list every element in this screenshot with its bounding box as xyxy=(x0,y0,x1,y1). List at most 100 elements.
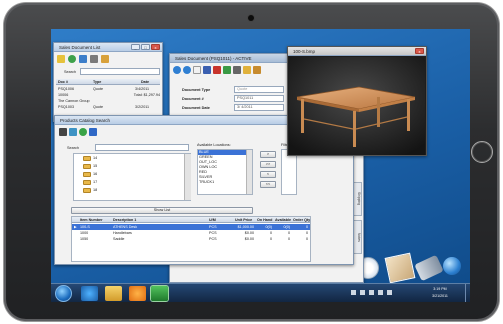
sales-document-list-window: Sales Document List _ □ x Search Doc # T… xyxy=(53,42,163,122)
save-icon[interactable] xyxy=(203,66,211,74)
clock-time[interactable]: 3:19 PM xyxy=(423,287,457,291)
date-cell: 3/2/2011 xyxy=(135,105,150,109)
power-icon[interactable] xyxy=(378,290,383,295)
document-date-label: Document Date xyxy=(182,106,210,110)
photo-gadget xyxy=(384,252,416,284)
document-type-select[interactable]: Quote xyxy=(234,86,284,93)
catalog-title: Products Catalog Search xyxy=(60,118,111,123)
lookup-icon[interactable] xyxy=(69,128,77,136)
show-desktop-button[interactable] xyxy=(465,284,470,302)
document-type-label: Document Type xyxy=(182,88,211,92)
close-button[interactable]: x xyxy=(151,44,160,50)
delete-icon[interactable] xyxy=(213,66,221,74)
document-number-field[interactable]: PSQ1011 xyxy=(234,95,284,102)
binoculars-icon[interactable] xyxy=(59,128,67,136)
col-um[interactable]: U/M xyxy=(208,217,222,222)
clock-date[interactable]: 3/21/2011 xyxy=(423,294,457,298)
available-cell: 0 xyxy=(287,237,290,241)
wizard-icon[interactable] xyxy=(253,66,261,74)
tree-item[interactable]: 15 xyxy=(93,164,97,168)
folder-icon xyxy=(83,156,91,161)
document-date-field[interactable]: 3/ 4/2011 xyxy=(234,104,284,111)
move-all-left-button[interactable]: << xyxy=(260,181,276,188)
sales-list-title: Sales Document List xyxy=(59,45,101,50)
location-item[interactable]: RED xyxy=(199,170,207,174)
taskbar-ie-icon[interactable] xyxy=(81,286,98,301)
tree-item[interactable]: 17 xyxy=(93,180,97,184)
document-number-label: Document # xyxy=(182,97,204,101)
catalog-search-input[interactable] xyxy=(95,144,189,151)
home-button[interactable] xyxy=(471,141,493,163)
globe-gadget xyxy=(443,257,461,275)
tree-item[interactable]: 14 xyxy=(93,156,97,160)
location-item[interactable]: TRUCK1 xyxy=(199,180,214,184)
image-viewer-title: 100-S.bmp xyxy=(293,49,316,54)
taskbar-explorer-icon[interactable] xyxy=(105,286,122,301)
products-grid-header: Item Number Description 1 U/M Unit Price… xyxy=(72,217,310,223)
new-icon[interactable] xyxy=(57,55,65,63)
location-item[interactable]: BLUE xyxy=(199,150,209,154)
move-left-button[interactable]: < xyxy=(260,171,276,178)
keyboard-icon[interactable] xyxy=(387,290,392,295)
image-viewer-window: 100-S.bmp x xyxy=(287,46,427,156)
refresh-icon[interactable] xyxy=(79,55,87,63)
taskbar-media-icon[interactable] xyxy=(129,286,146,301)
col-order-qty[interactable]: Order Qty xyxy=(292,217,310,222)
print-icon[interactable] xyxy=(233,66,241,74)
maximize-button[interactable]: □ xyxy=(141,44,150,50)
edit-icon[interactable] xyxy=(223,66,231,74)
tools-gadget xyxy=(414,254,444,282)
col-on-hand[interactable]: On Hand xyxy=(256,217,273,222)
folder-icon xyxy=(83,164,91,169)
back-icon[interactable] xyxy=(173,66,181,74)
col-unit-price[interactable]: Unit Price xyxy=(234,217,256,222)
flag-icon[interactable] xyxy=(369,290,374,295)
wizard-icon[interactable] xyxy=(101,55,109,63)
print-icon[interactable] xyxy=(90,55,98,63)
tree-scrollbar[interactable] xyxy=(184,154,191,200)
col-date[interactable]: Date xyxy=(140,79,160,84)
open-icon[interactable] xyxy=(68,55,76,63)
image-viewer-titlebar[interactable]: 100-S.bmp x xyxy=(288,47,426,56)
col-description[interactable]: Description 1 xyxy=(112,217,172,222)
new-doc-icon[interactable] xyxy=(193,66,201,74)
location-item[interactable]: SILVER xyxy=(199,175,212,179)
table-row[interactable]: PSQ1003 Quote 3/2/2011 xyxy=(56,104,160,110)
sales-doc-title: Sales Document (PSQ1011) - ACTIVE xyxy=(175,56,252,61)
email-icon[interactable] xyxy=(243,66,251,74)
close-button[interactable]: x xyxy=(415,48,424,54)
folder-icon xyxy=(83,180,91,185)
sales-list-search-input[interactable] xyxy=(80,68,160,75)
network-icon[interactable] xyxy=(351,290,356,295)
desktop-gadget xyxy=(351,251,461,287)
forward-icon[interactable] xyxy=(183,66,191,74)
col-doc[interactable]: Doc # xyxy=(57,79,87,84)
locations-list[interactable]: BLUE GREEN OUT_LOC OWN LOC RED SILVER TR… xyxy=(197,149,253,195)
minimize-button[interactable]: _ xyxy=(131,44,140,50)
move-all-right-button[interactable]: >> xyxy=(260,161,276,168)
show-list-button[interactable]: Show List xyxy=(71,207,253,214)
col-available[interactable]: Available xyxy=(274,217,292,222)
system-tray[interactable] xyxy=(351,290,411,297)
col-type[interactable]: Type xyxy=(92,79,122,84)
location-item[interactable]: OUT_LOC xyxy=(199,160,217,164)
location-item[interactable]: OWN LOC xyxy=(199,165,217,169)
blue-icon[interactable] xyxy=(89,128,97,136)
table-row[interactable]: 1050 Saddle PCS $0.00 0 0 0 xyxy=(72,236,310,242)
locations-scrollbar[interactable] xyxy=(246,150,252,194)
order-qty-cell[interactable]: 0 xyxy=(292,236,308,242)
available-locations-label: Available Locations: xyxy=(197,143,231,147)
col-item-number[interactable]: Item Number xyxy=(79,217,111,222)
location-item[interactable]: GREEN xyxy=(199,155,213,159)
sales-list-header: Doc # Type Date xyxy=(56,79,160,85)
green-icon[interactable] xyxy=(79,128,87,136)
tree-item[interactable]: 16 xyxy=(93,172,97,176)
taskbar-app-icon[interactable] xyxy=(151,286,168,301)
move-right-button[interactable]: > xyxy=(260,151,276,158)
tab-shipping[interactable]: Shipping xyxy=(353,182,362,216)
sales-list-titlebar[interactable]: Sales Document List _ □ x xyxy=(54,43,162,52)
start-button[interactable] xyxy=(55,285,72,302)
tree-item[interactable]: 18 xyxy=(93,188,97,192)
tab-notes[interactable]: Notes xyxy=(353,220,362,254)
volume-icon[interactable] xyxy=(360,290,365,295)
